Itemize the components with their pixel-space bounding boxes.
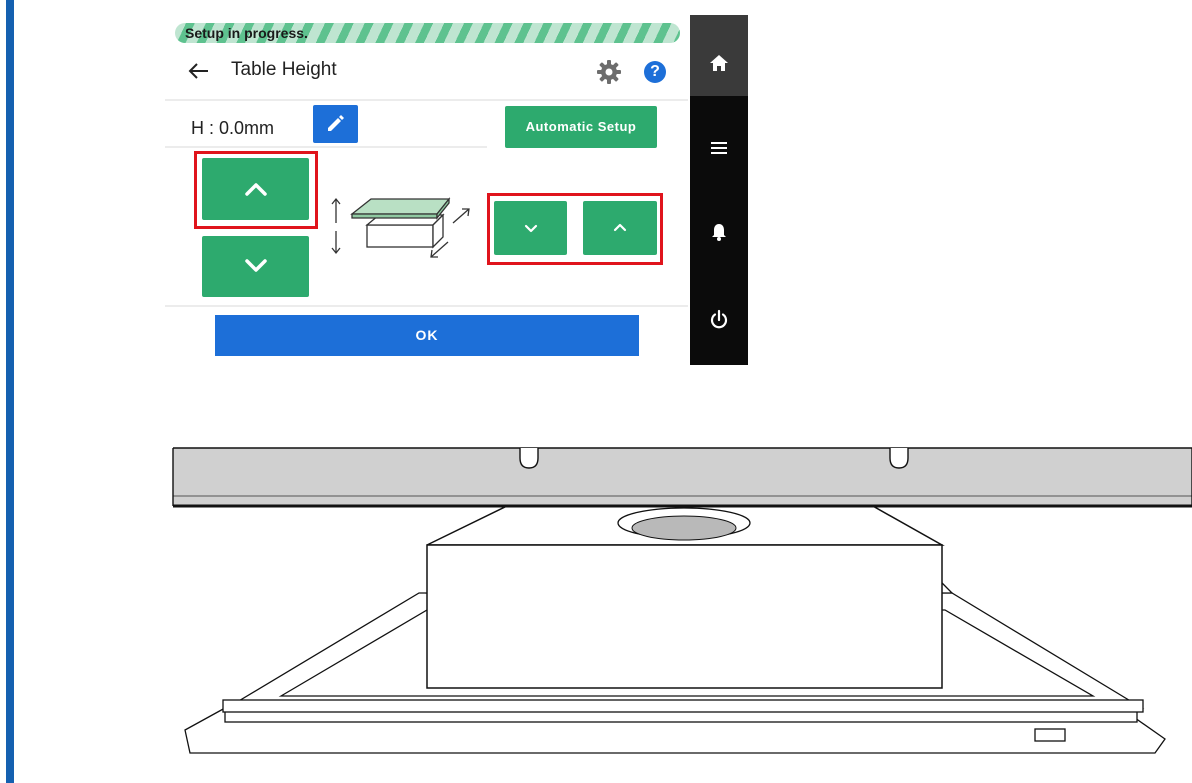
header-divider xyxy=(165,99,688,101)
chevron-up-icon xyxy=(613,223,627,232)
chevron-down-icon xyxy=(524,224,538,233)
bell-icon[interactable] xyxy=(707,220,731,244)
chevron-down-icon xyxy=(245,259,267,272)
automatic-setup-button[interactable]: Automatic Setup xyxy=(505,106,657,148)
edit-height-button[interactable] xyxy=(313,105,358,143)
help-icon[interactable]: ? xyxy=(644,61,666,83)
pencil-icon xyxy=(328,115,344,131)
z-down-button[interactable] xyxy=(202,236,309,297)
footer-divider xyxy=(165,305,688,307)
height-underline xyxy=(165,146,487,148)
home-icon xyxy=(710,55,728,71)
gear-icon[interactable] xyxy=(596,59,622,85)
y-down-button[interactable] xyxy=(494,201,567,255)
progress-text: Setup in progress. xyxy=(185,25,308,41)
back-arrow-icon[interactable] xyxy=(187,61,211,81)
power-icon[interactable] xyxy=(707,308,731,332)
document-margin-bar xyxy=(6,0,14,783)
progress-bar: Setup in progress. xyxy=(175,23,680,43)
height-value: H : 0.0mm xyxy=(191,118,275,138)
table-diagram-icon xyxy=(331,197,470,258)
z-up-button[interactable] xyxy=(202,158,309,220)
y-up-button[interactable] xyxy=(583,201,657,255)
head-rail xyxy=(172,447,1192,508)
base-plate xyxy=(184,707,1166,754)
side-navigation xyxy=(690,15,748,365)
home-nav-item[interactable] xyxy=(690,15,748,96)
table-illustration xyxy=(172,447,1192,754)
page-title: Table Height xyxy=(231,59,337,80)
ok-button[interactable]: OK xyxy=(215,315,639,356)
device-screen: Setup in progress. Table Height ? H : 0.… xyxy=(165,15,748,365)
chevron-up-icon xyxy=(245,183,267,196)
menu-icon[interactable] xyxy=(707,136,731,160)
